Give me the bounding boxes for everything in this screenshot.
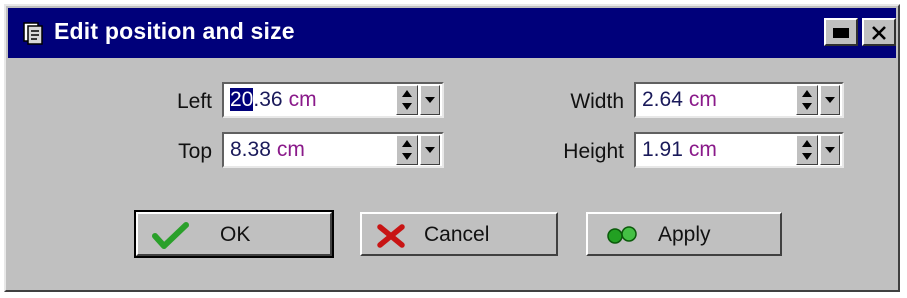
close-icon (872, 26, 886, 40)
top-value-rest: 8.38 (230, 138, 271, 161)
width-spin-arrows[interactable] (796, 85, 818, 115)
cancel-button[interactable]: Cancel (360, 212, 558, 256)
height-value[interactable]: 1.91 cm (642, 138, 717, 162)
spin-up-down-icon (402, 140, 412, 160)
chevron-down-icon (425, 147, 435, 153)
apply-button[interactable]: Apply (586, 212, 782, 256)
height-spinbox[interactable]: 1.91 cm (634, 132, 844, 168)
ok-button[interactable]: OK (134, 210, 334, 258)
minimize-icon (833, 28, 849, 38)
apply-label: Apply (658, 223, 711, 246)
height-value-rest: 1.91 (642, 138, 683, 161)
close-button[interactable] (862, 18, 896, 46)
left-unit: cm (288, 88, 317, 111)
left-value-selected: 20 (230, 88, 254, 111)
left-dropdown-button[interactable] (420, 85, 440, 115)
left-value[interactable]: 20.36 cm (230, 88, 317, 112)
width-label: Width (570, 90, 624, 113)
window-title: Edit position and size (54, 18, 295, 44)
left-value-rest: .36 (253, 88, 283, 111)
left-spin-arrows[interactable] (396, 85, 418, 115)
height-label: Height (563, 140, 624, 163)
spin-up-down-icon (802, 140, 812, 160)
top-unit: cm (276, 138, 305, 161)
left-spinbox[interactable]: 20.36 cm (222, 82, 444, 118)
left-label: Left (176, 90, 212, 113)
top-value[interactable]: 8.38 cm (230, 138, 305, 162)
minimize-button[interactable] (824, 18, 858, 46)
width-value-rest: 2.64 (642, 88, 683, 111)
top-label: Top (178, 140, 212, 163)
app-icon (23, 22, 43, 45)
height-unit: cm (688, 138, 717, 161)
spin-up-down-icon (802, 90, 812, 110)
width-value[interactable]: 2.64 cm (642, 88, 717, 112)
top-dropdown-button[interactable] (420, 135, 440, 165)
ok-label: OK (220, 223, 251, 246)
chevron-down-icon (425, 97, 435, 103)
title-bar[interactable]: Edit position and size (8, 8, 896, 58)
width-spinbox[interactable]: 2.64 cm (634, 82, 844, 118)
top-spinbox[interactable]: 8.38 cm (222, 132, 444, 168)
edit-position-dialog: Edit position and size Left 20.36 cm Top … (4, 4, 900, 292)
height-spin-arrows[interactable] (796, 135, 818, 165)
checkmark-icon (152, 222, 189, 249)
width-unit: cm (688, 88, 717, 111)
chevron-down-icon (825, 97, 835, 103)
top-spin-arrows[interactable] (396, 135, 418, 165)
apply-links-icon (607, 226, 637, 244)
cancel-label: Cancel (424, 223, 490, 246)
spin-up-down-icon (402, 90, 412, 110)
height-dropdown-button[interactable] (820, 135, 840, 165)
chevron-down-icon (825, 147, 835, 153)
width-dropdown-button[interactable] (820, 85, 840, 115)
x-mark-icon (377, 224, 405, 248)
